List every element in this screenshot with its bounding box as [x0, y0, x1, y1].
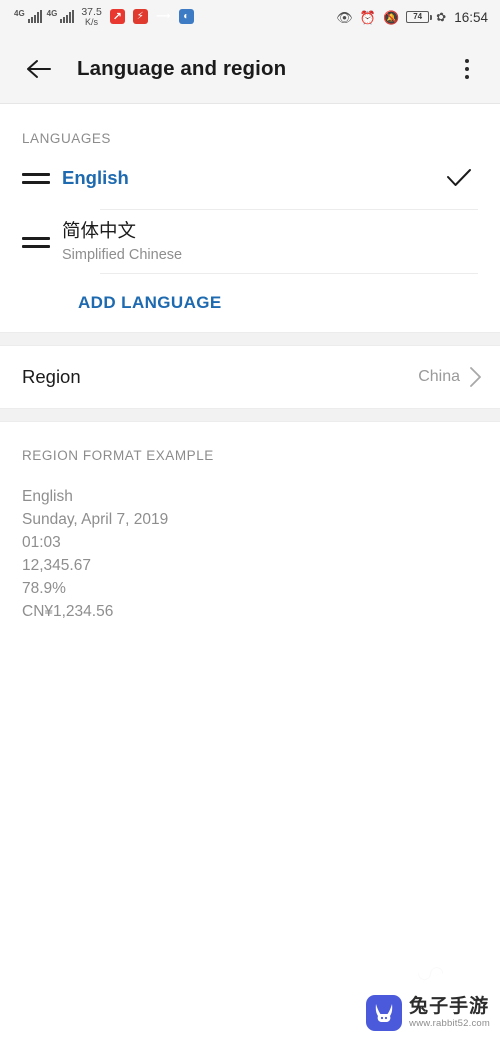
section-separator	[0, 332, 500, 346]
languages-section-header: LANGUAGES	[22, 131, 111, 146]
format-line-currency: CN¥1,234.56	[22, 603, 114, 620]
section-separator	[0, 408, 500, 422]
mute-bell-icon: 🔕	[382, 9, 400, 25]
add-language-label: ADD LANGUAGE	[78, 293, 222, 312]
faint-artifact: ◡◠	[418, 963, 443, 982]
region-format-lines: English Sunday, April 7, 2019 01:03 12,3…	[22, 485, 500, 623]
drag-handle-icon[interactable]	[22, 172, 62, 184]
language-subtitle: Simplified Chinese	[62, 246, 183, 263]
language-row-body: English	[62, 146, 500, 210]
leaf-icon: ✿	[435, 9, 448, 25]
list-item[interactable]: 简体中文 Simplified Chinese	[22, 210, 500, 274]
eye-care-icon: 👁	[336, 9, 353, 25]
watermark: 兔子手游 www.rabbit52.com	[366, 995, 490, 1031]
language-list: English 简体中文 Simplified Chinese	[0, 146, 500, 274]
watermark-text: 兔子手游 www.rabbit52.com	[409, 997, 490, 1029]
analytics-blue-icon: ◐	[178, 9, 194, 25]
stock-chart-red-icon: ↗	[109, 9, 125, 25]
battery-icon: 74	[406, 11, 432, 23]
format-line-language: English	[22, 488, 73, 505]
language-row-texts: 简体中文 Simplified Chinese	[62, 219, 480, 265]
status-bar: 4G 4G 37.5 K/s ↗ ⚡ ⟶ ◐ 👁 ⏰ 🔕 74 ✿ 16:54	[0, 0, 500, 34]
rabbit-logo-icon	[366, 995, 403, 1031]
back-arrow-icon[interactable]	[22, 52, 56, 86]
status-bar-clock: 16:54	[454, 9, 488, 25]
region-row[interactable]: Region China	[0, 346, 500, 408]
app-bar: Language and region	[0, 34, 500, 104]
signal-bars-icon	[27, 10, 42, 24]
more-vertical-icon[interactable]	[450, 49, 484, 89]
format-line-date: Sunday, April 7, 2019	[22, 511, 169, 528]
alarm-clock-icon: ⏰	[359, 9, 376, 25]
region-format-header: REGION FORMAT EXAMPLE	[22, 448, 214, 463]
signal-bars-icon	[60, 10, 75, 24]
network-speed-indicator: 37.5 K/s	[81, 7, 101, 27]
region-format-example-card: REGION FORMAT EXAMPLE English Sunday, Ap…	[0, 422, 500, 623]
language-row-body: 简体中文 Simplified Chinese	[62, 210, 500, 274]
network-generation-label-2: 4G	[46, 9, 58, 19]
chevron-right-icon	[469, 366, 482, 388]
status-bar-left: 4G 4G 37.5 K/s ↗ ⚡ ⟶ ◐	[14, 7, 194, 27]
add-language-button[interactable]: ADD LANGUAGE	[0, 274, 500, 332]
page-title: Language and region	[77, 56, 287, 80]
format-line-time: 01:03	[22, 534, 61, 551]
format-line-number: 12,345.67	[22, 557, 91, 574]
drag-handle-icon[interactable]	[22, 236, 62, 248]
language-row-texts: English	[62, 166, 442, 191]
list-item[interactable]: English	[22, 146, 500, 210]
trend-arrow-red-icon: ⟶	[156, 10, 171, 22]
watermark-url: www.rabbit52.com	[409, 1017, 490, 1029]
format-line-percent: 78.9%	[22, 580, 66, 597]
region-label: Region	[22, 366, 81, 387]
battery-level-label: 74	[413, 12, 423, 21]
watermark-name: 兔子手游	[409, 996, 490, 1018]
region-value: China	[418, 368, 460, 385]
language-name: English	[62, 166, 129, 188]
signal-indicator-sim1: 4G	[14, 9, 42, 24]
languages-card: LANGUAGES English 简体中文 Simplified Chines…	[0, 104, 500, 332]
stock-alert-red-icon: ⚡	[132, 9, 148, 25]
network-generation-label-1: 4G	[14, 9, 25, 19]
status-bar-right: 👁 ⏰ 🔕 74 ✿ 16:54	[336, 9, 488, 25]
network-speed-unit: K/s	[85, 16, 99, 27]
row-divider	[100, 273, 478, 274]
check-icon	[442, 168, 476, 188]
signal-indicator-sim2: 4G	[46, 9, 75, 24]
language-name: 简体中文	[62, 219, 137, 241]
